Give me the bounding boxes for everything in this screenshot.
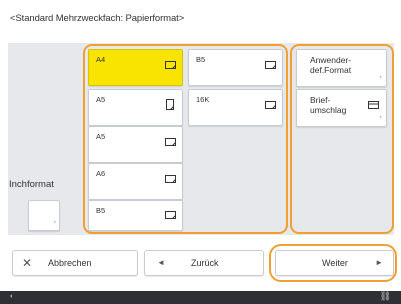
custom-format-button[interactable]: Anwender- def.Format ˹ [296,49,387,87]
landscape-orientation-icon [165,211,176,219]
next-button[interactable]: Weiter ► [275,250,394,276]
landscape-orientation-icon [165,175,176,183]
more-options-mark: ˹ [53,222,56,229]
back-button[interactable]: ◄ Zurück [144,250,264,276]
paper-size-a5-portrait[interactable]: A5 [88,89,183,126]
arrow-right-icon: ► [375,258,383,267]
landscape-orientation-icon [165,61,176,69]
paper-size-label: 16K [196,95,210,104]
more-options-mark: ˹ [379,117,382,124]
paper-size-label: B5 [196,55,206,64]
paper-size-label: B5 [96,206,106,215]
inch-format-label: Inchformat [9,179,54,190]
paper-size-label: A4 [96,55,106,64]
paper-size-a4-landscape[interactable]: A4 [88,49,183,86]
next-label: Weiter [322,258,348,268]
close-icon: ✕ [22,256,33,270]
more-options-mark: ˹ [379,77,382,84]
paper-size-b5-landscape-2[interactable]: B5 [88,200,183,231]
paper-size-a6-landscape[interactable]: A6 [88,163,183,200]
landscape-orientation-icon [265,101,276,109]
envelope-label: Brief- umschlag [310,95,347,115]
envelope-button[interactable]: Brief- umschlag ˹ [296,89,387,127]
paper-size-16k-landscape[interactable]: 16K [188,89,283,126]
back-label: Zurück [191,258,219,268]
status-bar: ◖ ⛓ [0,291,401,304]
paper-size-label: A5 [96,132,106,141]
paper-size-label: A5 [96,95,106,104]
custom-format-label: Anwender- def.Format [310,55,352,75]
envelope-icon [368,101,379,109]
wireless-signal-icon: ◖ [9,293,14,300]
page-title: <Standard Mehrzweckfach: Papierformat> [10,13,185,24]
portrait-orientation-icon [166,99,174,110]
paper-size-label: A6 [96,169,106,178]
paper-size-a5-landscape[interactable]: A5 [88,126,183,163]
cancel-label: Abbrechen [48,258,92,268]
cancel-button[interactable]: ✕ Abbrechen [12,250,138,276]
paper-size-b5-landscape[interactable]: B5 [188,49,283,86]
inch-format-button[interactable]: ˹ [28,200,60,231]
network-link-icon[interactable]: ⛓ [380,291,391,302]
landscape-orientation-icon [165,138,176,146]
arrow-left-icon: ◄ [157,258,165,267]
landscape-orientation-icon [265,61,276,69]
